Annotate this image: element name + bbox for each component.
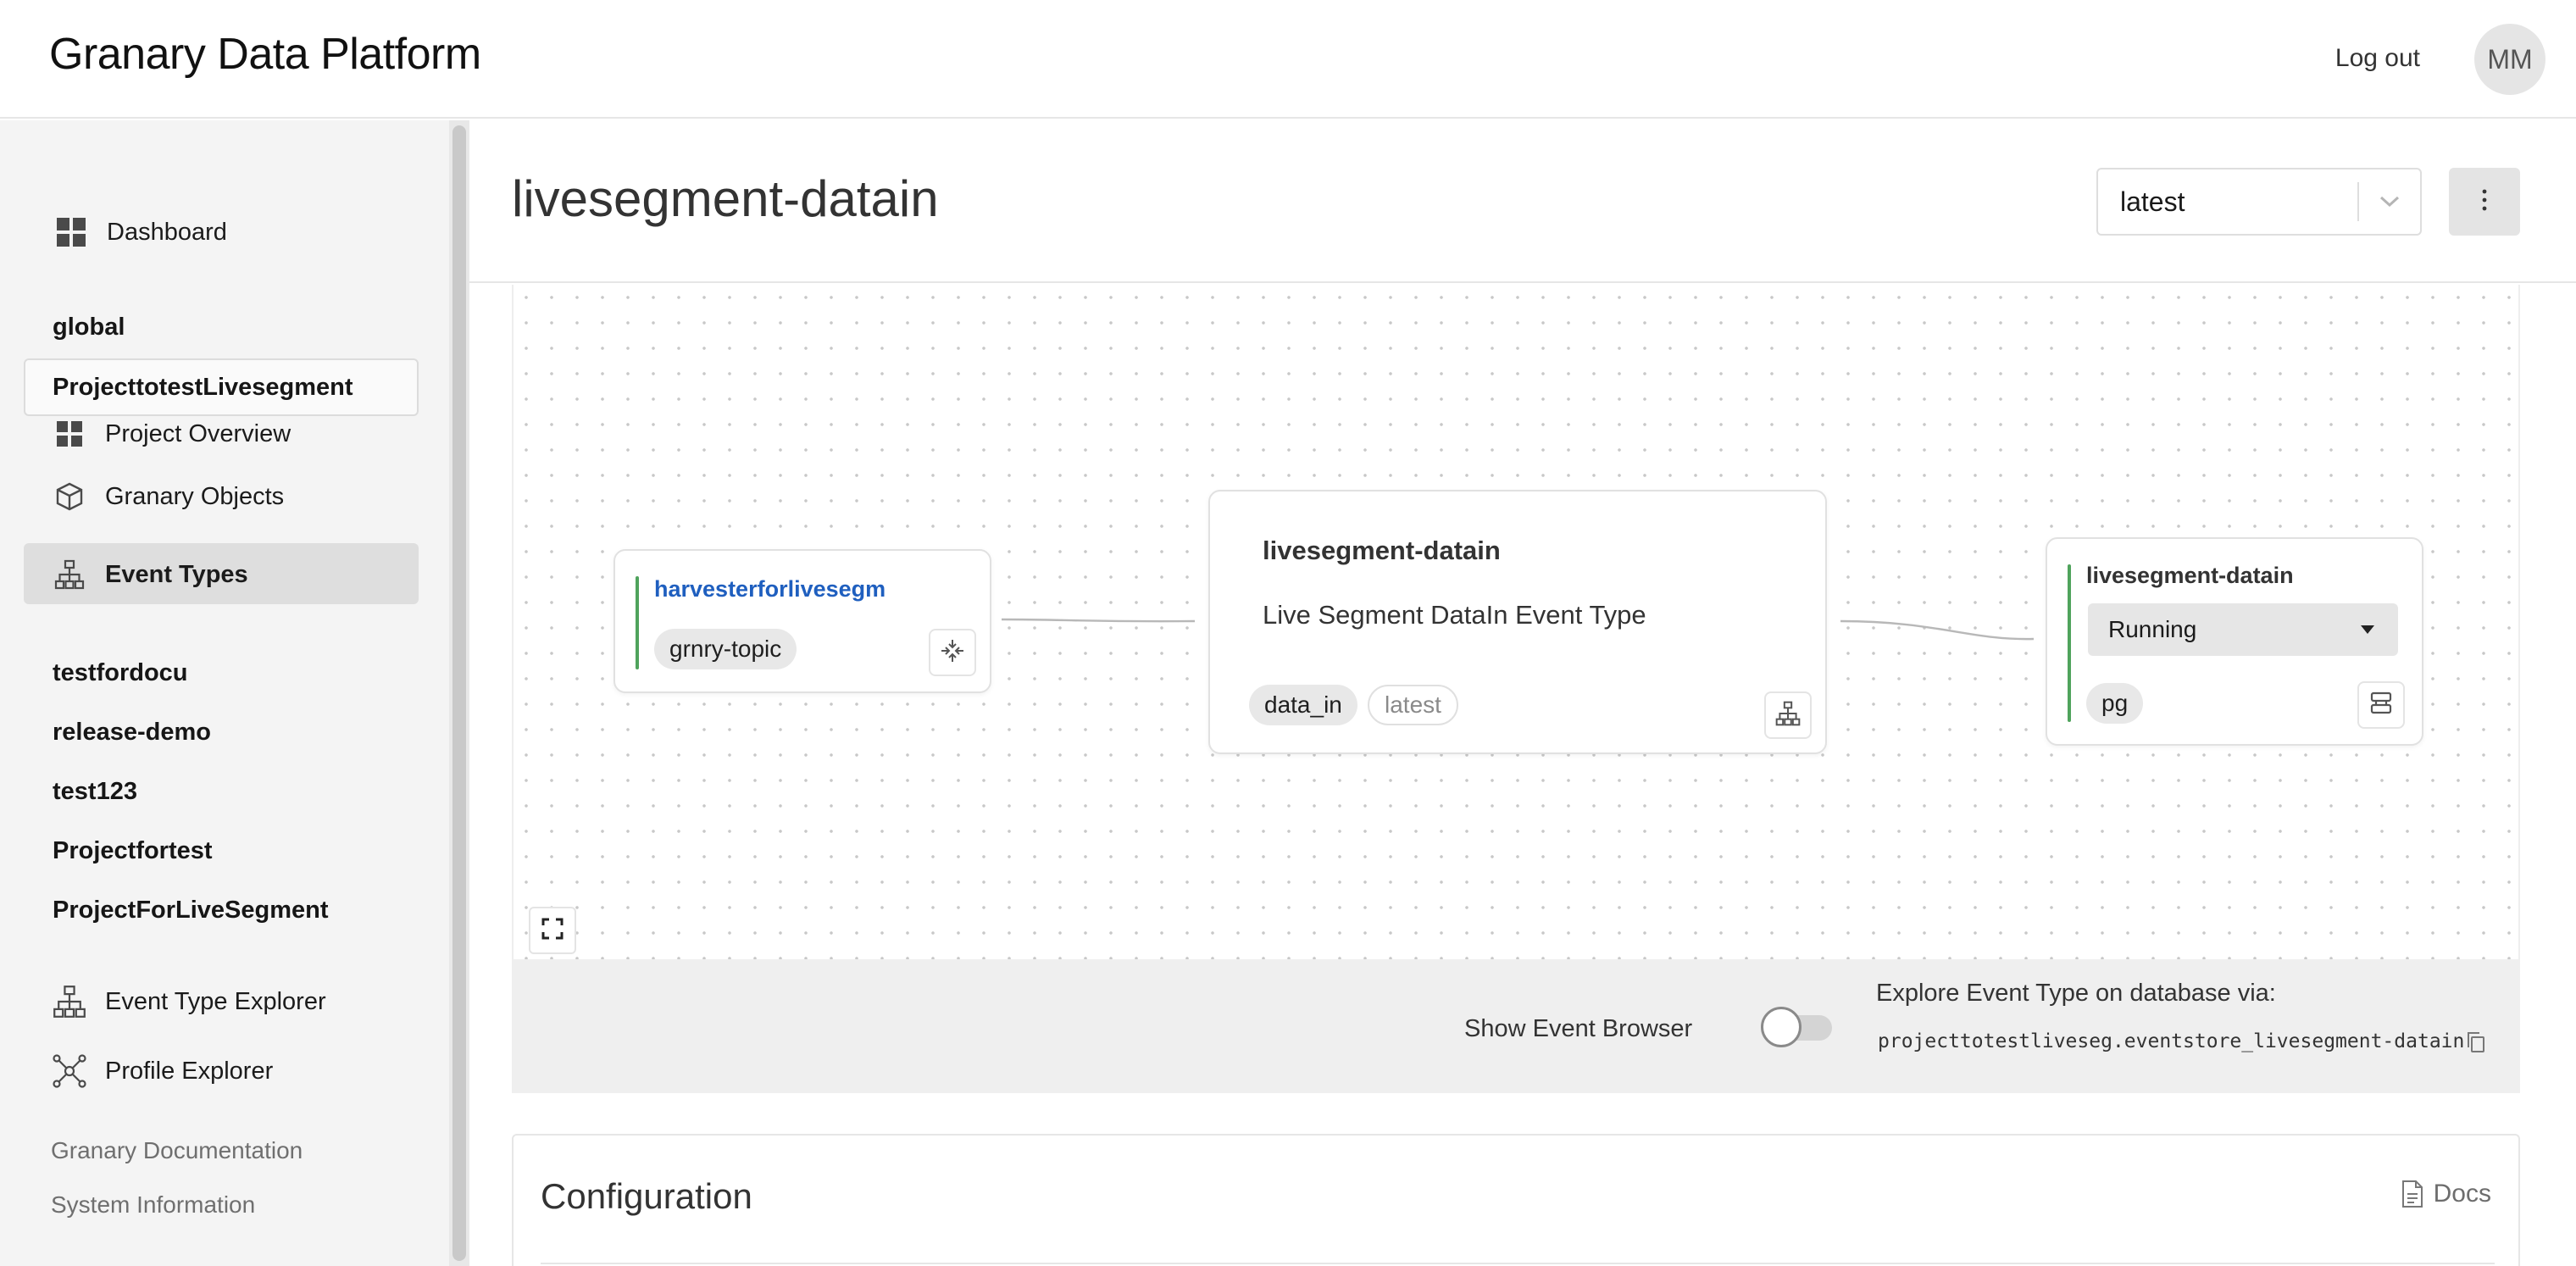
grid-icon	[53, 417, 86, 451]
sidebar-project-testfordocu[interactable]: testfordocu	[53, 659, 188, 687]
cube-icon	[53, 480, 86, 514]
collapse-arrows-icon	[940, 638, 965, 668]
sidebar: Dashboard global ProjecttotestLivesegmen…	[0, 120, 449, 1266]
sidebar-item-label: Profile Explorer	[105, 1057, 274, 1085]
sidebar-item-granary-objects[interactable]: Granary Objects	[53, 480, 284, 514]
node-accent	[636, 576, 639, 669]
show-event-browser-label: Show Event Browser	[1464, 1015, 1693, 1042]
kebab-icon	[2481, 188, 2488, 216]
brand-title[interactable]: Granary Data Platform	[49, 29, 481, 80]
avatar[interactable]: MM	[2474, 24, 2545, 95]
event-type-tag-version: latest	[1368, 685, 1458, 725]
top-bar: Granary Data Platform Log out MM	[0, 0, 2576, 119]
grid-icon	[54, 215, 88, 249]
event-type-node-title: livesegment-datain	[1263, 536, 1501, 565]
hierarchy-icon	[1775, 701, 1801, 730]
logout-link[interactable]: Log out	[2335, 44, 2420, 73]
hierarchy-icon	[53, 558, 86, 591]
sidebar-item-label: Project Overview	[105, 419, 291, 447]
sidebar-project-test123[interactable]: test123	[53, 778, 137, 806]
sidebar-project-release-demo[interactable]: release-demo	[53, 719, 211, 747]
event-type-node-description: Live Segment DataIn Event Type	[1263, 600, 1646, 630]
configuration-title: Configuration	[541, 1176, 752, 1216]
sidebar-item-profile-explorer[interactable]: Profile Explorer	[53, 1054, 273, 1088]
document-icon	[2401, 1180, 2423, 1208]
chevron-down-icon[interactable]	[2359, 195, 2420, 208]
sidebar-link-granary-documentation[interactable]: Granary Documentation	[51, 1137, 303, 1164]
sidebar-item-event-types[interactable]: Event Types	[53, 558, 248, 591]
caret-down-icon	[2361, 625, 2374, 634]
sink-node[interactable]: livesegment-datain Running pg	[2046, 537, 2423, 746]
sidebar-scrollbar[interactable]	[449, 120, 469, 1266]
docs-link-label: Docs	[2433, 1180, 2491, 1208]
sink-storage-button[interactable]	[2357, 681, 2405, 729]
main-content: livesegment-datain latest harvesterforli…	[469, 120, 2576, 1266]
sidebar-project-global[interactable]: global	[53, 314, 125, 341]
collapse-button[interactable]	[929, 629, 976, 676]
sidebar-link-system-information[interactable]: System Information	[51, 1191, 255, 1219]
network-icon	[53, 1054, 86, 1088]
sink-node-title: livesegment-datain	[2086, 563, 2294, 588]
version-select-value: latest	[2120, 186, 2185, 217]
sidebar-item-dashboard[interactable]: Dashboard	[54, 215, 227, 249]
sink-status-value: Running	[2108, 616, 2197, 642]
explore-label: Explore Event Type on database via:	[1876, 980, 2276, 1007]
copy-icon	[2465, 1030, 2487, 1058]
hierarchy-icon	[53, 985, 86, 1019]
configuration-card: Configuration Docs	[512, 1134, 2520, 1266]
page-header: livesegment-datain latest	[469, 120, 2576, 283]
more-options-button[interactable]	[2449, 168, 2520, 236]
edge-source-to-center	[1001, 618, 1196, 623]
sink-status-select[interactable]: Running	[2088, 603, 2398, 656]
flow-canvas[interactable]: harvesterforlivesegm grnry-topic liveseg…	[512, 285, 2520, 959]
event-type-node[interactable]: livesegment-datain Live Segment DataIn E…	[1208, 490, 1827, 754]
node-accent	[2068, 564, 2071, 722]
source-node-tag: grnry-topic	[654, 629, 797, 669]
sidebar-item-event-type-explorer[interactable]: Event Type Explorer	[53, 985, 326, 1019]
schema-tree-button[interactable]	[1764, 691, 1812, 739]
sidebar-project-projectfortest[interactable]: Projectfortest	[53, 837, 213, 865]
sidebar-item-label: Granary Objects	[105, 482, 285, 510]
sink-node-tag: pg	[2086, 683, 2144, 724]
sidebar-item-project-overview[interactable]: Project Overview	[53, 417, 291, 451]
version-select[interactable]: latest	[2096, 168, 2422, 236]
page-title: livesegment-datain	[512, 170, 939, 227]
docs-link[interactable]: Docs	[2401, 1180, 2491, 1208]
edge-center-to-sink	[1840, 619, 2035, 641]
sidebar-scrollbar-thumb[interactable]	[452, 125, 466, 1261]
sidebar-item-label: Event Types	[105, 560, 248, 588]
database-icon	[2368, 691, 2394, 720]
sidebar-item-label: Event Type Explorer	[105, 987, 326, 1015]
show-event-browser-toggle[interactable]	[1761, 1007, 1834, 1047]
event-type-tag-data-in: data_in	[1249, 685, 1357, 725]
source-node-title[interactable]: harvesterforlivesegm	[654, 576, 886, 602]
sidebar-selected-project[interactable]: ProjecttotestLivesegment	[24, 358, 419, 416]
expand-icon	[541, 918, 564, 944]
divider	[541, 1263, 2495, 1264]
sidebar-item-label: Dashboard	[107, 218, 227, 246]
source-node[interactable]: harvesterforlivesegm grnry-topic	[613, 549, 991, 693]
sidebar-project-projectforlivesegment[interactable]: ProjectForLiveSegment	[53, 897, 329, 925]
explore-db-path: projecttotestliveseg.eventstore_livesegm…	[1878, 1030, 2465, 1052]
copy-button[interactable]	[2461, 1029, 2491, 1059]
fullscreen-button[interactable]	[529, 907, 576, 954]
toggle-knob	[1761, 1007, 1802, 1047]
event-info-bar: Show Event Browser Explore Event Type on…	[512, 959, 2520, 1093]
